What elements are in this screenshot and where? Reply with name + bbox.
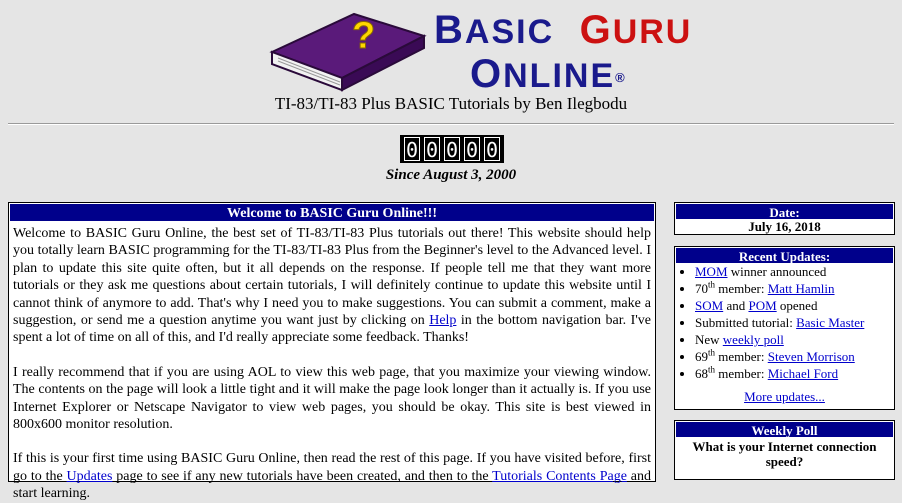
site-subtitle: TI-83/TI-83 Plus BASIC Tutorials by Ben … bbox=[274, 94, 628, 113]
registered-mark: ® bbox=[615, 70, 627, 85]
mom-link[interactable]: MOM bbox=[695, 264, 728, 279]
list-item: New weekly poll bbox=[695, 332, 894, 348]
more-updates-link[interactable]: More updates... bbox=[744, 389, 825, 404]
book-question-glyph: ? bbox=[352, 15, 375, 57]
poll-question: What is your Internet connection speed? bbox=[692, 439, 877, 469]
updates-list: MOM winner announced 70th member: Matt H… bbox=[675, 264, 894, 382]
member-link-michael-ford[interactable]: Michael Ford bbox=[768, 366, 838, 381]
logo-title-line2: ONLINE® bbox=[470, 52, 627, 96]
logo-title-line1: BASIC GURU bbox=[434, 8, 693, 52]
recent-updates-panel: Recent Updates: MOM winner announced 70t… bbox=[674, 246, 895, 410]
welcome-paragraph-3: If this is your first time using BASIC G… bbox=[13, 451, 651, 502]
since-date: Since August 3, 2000 bbox=[385, 167, 517, 183]
basic-master-link[interactable]: Basic Master bbox=[796, 315, 864, 330]
hit-counter: 0 0 0 0 0 bbox=[400, 135, 504, 163]
welcome-heading: Welcome to BASIC Guru Online!!! bbox=[9, 203, 655, 222]
counter-digit: 0 bbox=[464, 137, 480, 162]
counter-digit: 0 bbox=[424, 137, 440, 162]
weekly-poll-heading: Weekly Poll bbox=[675, 421, 894, 438]
list-item: 70th member: Matt Hamlin bbox=[695, 280, 894, 297]
pom-link[interactable]: POM bbox=[748, 298, 776, 313]
weekly-poll-panel: Weekly Poll What is your Internet connec… bbox=[674, 420, 895, 480]
welcome-paragraph-1: Welcome to BASIC Guru Online, the best s… bbox=[13, 226, 651, 346]
counter-digit: 0 bbox=[404, 137, 420, 162]
book-logo-icon: ? bbox=[269, 12, 427, 92]
updates-link[interactable]: Updates bbox=[67, 469, 113, 484]
header-divider bbox=[8, 123, 894, 125]
list-item: MOM winner announced bbox=[695, 264, 894, 280]
list-item: SOM and POM opened bbox=[695, 298, 894, 314]
welcome-body: Welcome to BASIC Guru Online, the best s… bbox=[9, 222, 655, 503]
date-panel: Date: July 16, 2018 bbox=[674, 202, 895, 235]
list-item: 68th member: Michael Ford bbox=[695, 365, 894, 382]
member-link-steven-morrison[interactable]: Steven Morrison bbox=[768, 349, 855, 364]
counter-digit: 0 bbox=[444, 137, 460, 162]
counter-digit: 0 bbox=[484, 137, 500, 162]
help-link[interactable]: Help bbox=[429, 313, 456, 328]
tutorials-contents-link[interactable]: Tutorials Contents Page bbox=[492, 469, 627, 484]
welcome-panel: Welcome to BASIC Guru Online!!! Welcome … bbox=[8, 202, 656, 501]
recent-updates-heading: Recent Updates: bbox=[675, 247, 894, 264]
date-heading: Date: bbox=[675, 203, 894, 220]
list-item: 69th member: Steven Morrison bbox=[695, 348, 894, 365]
welcome-paragraph-2: I really recommend that if you are using… bbox=[13, 364, 651, 433]
date-value: July 16, 2018 bbox=[748, 219, 821, 234]
weekly-poll-link[interactable]: weekly poll bbox=[723, 332, 784, 347]
member-link-matt-hamlin[interactable]: Matt Hamlin bbox=[768, 281, 835, 296]
som-link[interactable]: SOM bbox=[695, 298, 723, 313]
list-item: Submitted tutorial: Basic Master bbox=[695, 315, 894, 331]
